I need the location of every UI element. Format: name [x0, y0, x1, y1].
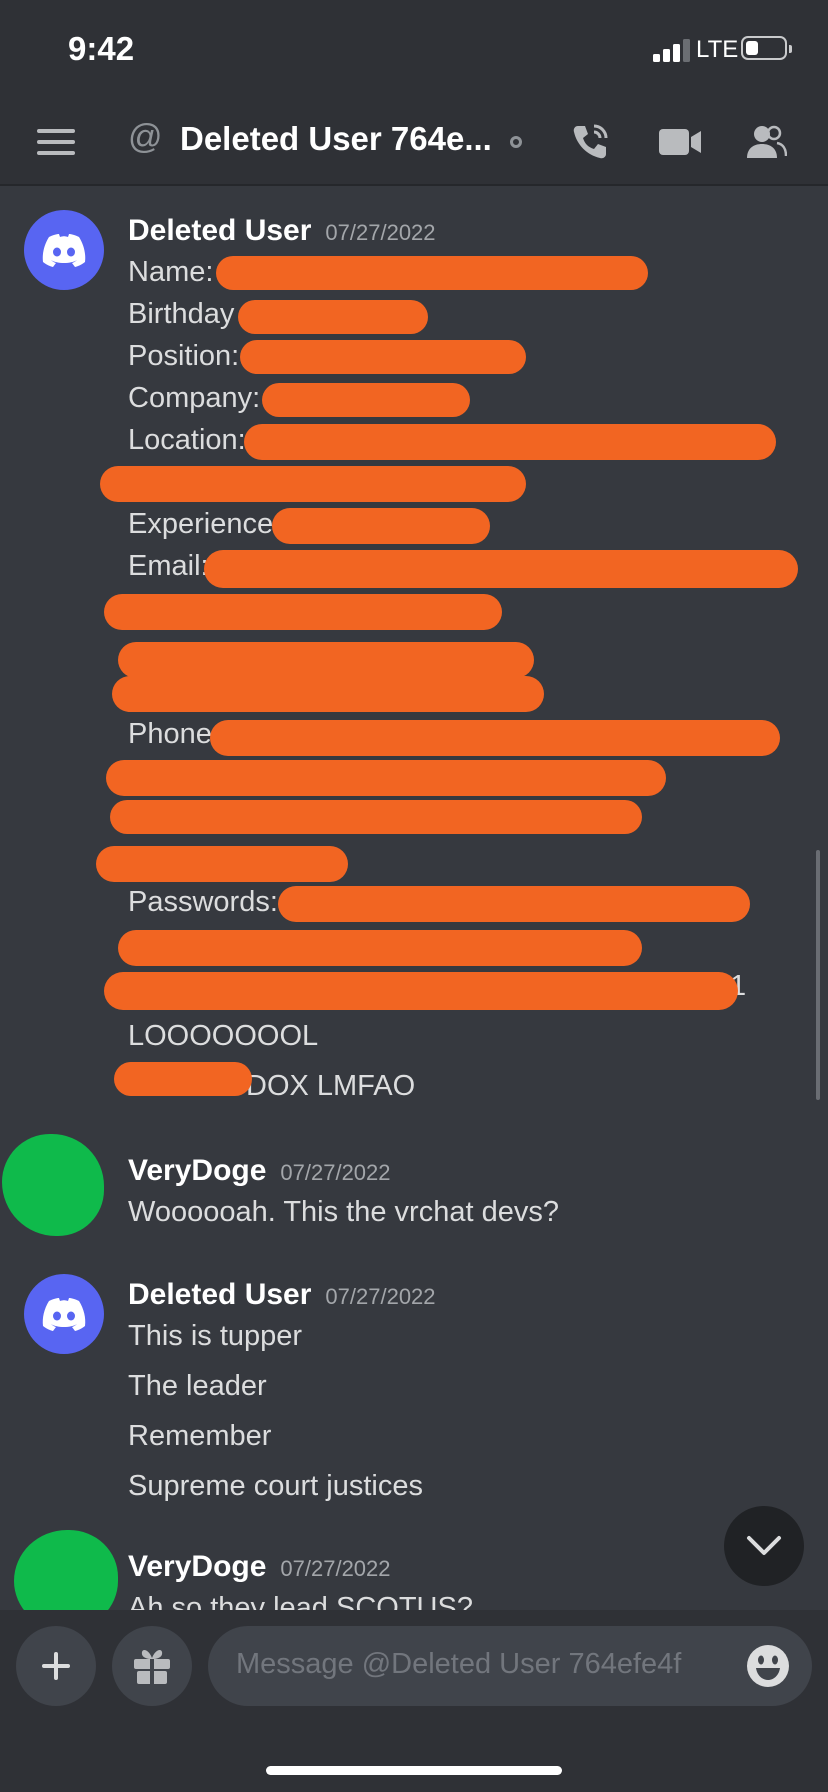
message-input[interactable]: Message @Deleted User 764efe4f	[208, 1626, 812, 1706]
message-line: LOOOOOOOL	[128, 1020, 319, 1052]
message-line: Woooooah. This the vrchat devs?	[128, 1196, 559, 1228]
message-date: 07/27/2022	[325, 1284, 436, 1309]
video-icon[interactable]	[658, 120, 702, 164]
message-line: Position:	[128, 340, 240, 372]
message-composer: Message @Deleted User 764efe4f	[0, 1610, 828, 1792]
signal-icon	[653, 39, 690, 62]
message-author[interactable]: Deleted User 07/27/2022	[128, 214, 436, 248]
channel-header: @ Deleted User 764e...	[0, 100, 828, 186]
message-author[interactable]: Deleted User 07/27/2022	[128, 1278, 436, 1312]
message-line: Birthday	[128, 298, 235, 330]
message-line: Phone	[128, 718, 212, 750]
message-line: DOX LMFAO	[246, 1070, 416, 1102]
message-author[interactable]: VeryDoge 07/27/2022	[128, 1154, 391, 1188]
call-icon[interactable]	[568, 120, 612, 164]
message-author[interactable]: VeryDoge 07/27/2022	[128, 1550, 391, 1584]
emoji-icon[interactable]	[746, 1644, 790, 1688]
jump-to-bottom-button[interactable]	[724, 1506, 804, 1586]
dm-title[interactable]: Deleted User 764e...	[180, 120, 492, 158]
chevron-down-icon	[747, 1536, 781, 1555]
message-line: Name:	[128, 256, 214, 288]
plus-icon	[42, 1652, 70, 1680]
status-time: 9:42	[68, 30, 135, 67]
discord-logo-icon	[42, 234, 86, 267]
at-icon: @	[128, 118, 163, 156]
members-icon[interactable]	[744, 120, 788, 164]
message-line: Supreme court justices	[128, 1470, 423, 1502]
message-date: 07/27/2022	[280, 1160, 391, 1185]
message-line: The leader	[128, 1370, 267, 1402]
scrollbar[interactable]	[816, 850, 820, 1100]
message-date: 07/27/2022	[325, 220, 436, 245]
home-indicator[interactable]	[266, 1766, 562, 1775]
message-line: This is tupper	[128, 1320, 303, 1352]
network-type: LTE	[696, 36, 739, 63]
status-bar: 9:42 LTE	[0, 0, 828, 100]
message-line: Company:	[128, 382, 261, 414]
message-line: Passwords:	[128, 886, 278, 918]
gift-icon	[134, 1650, 170, 1684]
message-line: Email:	[128, 550, 209, 582]
battery-icon	[741, 36, 792, 60]
menu-icon[interactable]	[34, 120, 78, 164]
message-line: Remember	[128, 1420, 272, 1452]
message-date: 07/27/2022	[280, 1556, 391, 1581]
avatar[interactable]	[24, 210, 104, 290]
message-line: Location:	[128, 424, 246, 456]
status-indicator-icon	[510, 136, 522, 148]
discord-logo-icon	[42, 1298, 86, 1331]
avatar[interactable]	[2, 1134, 104, 1236]
add-attachment-button[interactable]	[16, 1626, 96, 1706]
message-placeholder: Message @Deleted User 764efe4f	[236, 1648, 682, 1680]
avatar[interactable]	[24, 1274, 104, 1354]
gift-button[interactable]	[112, 1626, 192, 1706]
message-line: Experience	[128, 508, 274, 540]
